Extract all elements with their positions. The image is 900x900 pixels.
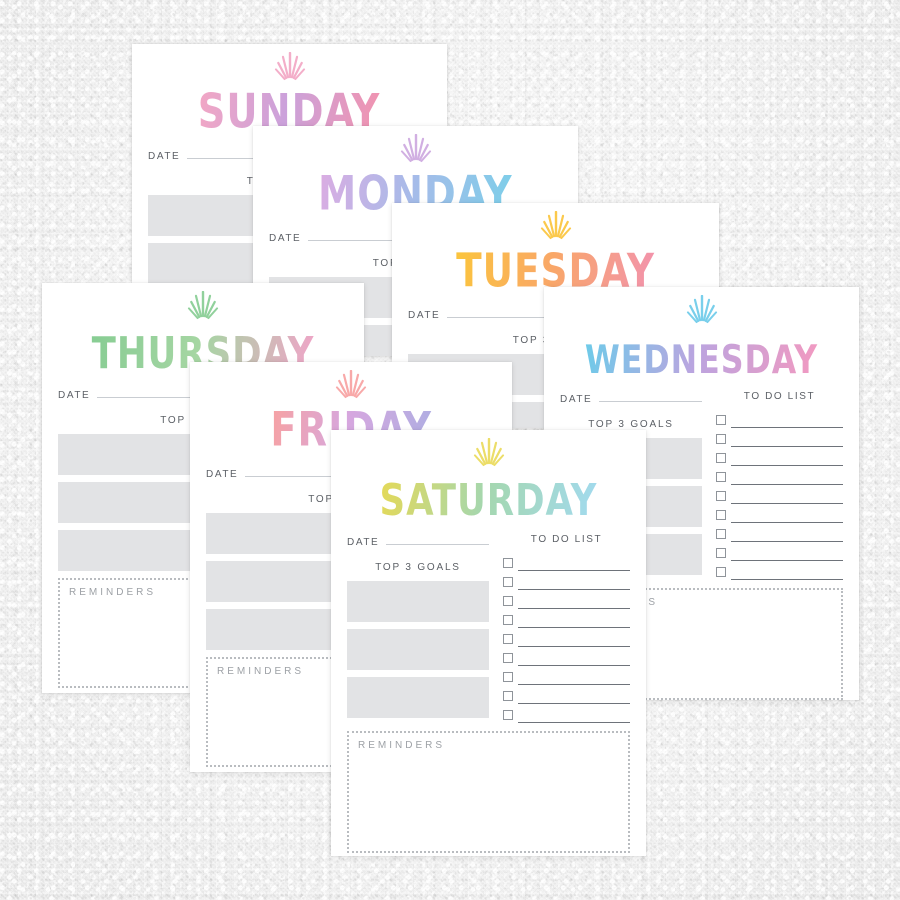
top-goals-section: TOP 3 GOALS [347, 562, 489, 718]
date-input-line[interactable] [386, 534, 489, 545]
date-label: DATE [408, 310, 441, 321]
todo-list-label: TO DO LIST [743, 391, 816, 402]
sunburst-icon [187, 291, 219, 320]
top-goals-label: TOP 3 GOALS [588, 419, 674, 430]
todo-text-line[interactable] [731, 432, 843, 447]
sunburst-icon [400, 134, 431, 163]
todo-text-line[interactable] [518, 689, 630, 704]
todo-text-line[interactable] [518, 632, 630, 647]
card-title-block: SATURDAY [331, 430, 646, 524]
todo-checkbox[interactable] [503, 577, 513, 587]
todo-list-item [503, 571, 630, 590]
todo-checkbox[interactable] [503, 672, 513, 682]
todo-checkbox[interactable] [716, 415, 726, 425]
todo-checkbox[interactable] [503, 558, 513, 568]
todo-checkbox[interactable] [716, 434, 726, 444]
date-label: DATE [206, 469, 239, 480]
todo-list-item [503, 628, 630, 647]
todo-list-item [503, 609, 630, 628]
planner-card-saturday[interactable]: SATURDAY DATE TOP 3 GOALS TO DO LIST REMINDE… [331, 430, 646, 856]
planner-mockup-canvas: SUNDAYDATETOP 3 GOALSMONDAYDATETOP 3 GOA… [0, 0, 900, 900]
todo-list-item [716, 409, 843, 428]
date-label: DATE [560, 394, 593, 405]
todo-list-item [503, 590, 630, 609]
todo-text-line[interactable] [518, 575, 630, 590]
reminders-label: REMINDERS [358, 740, 446, 751]
date-row: DATE [347, 534, 489, 548]
day-title: SATURDAY [379, 474, 598, 526]
todo-text-line[interactable] [518, 594, 630, 609]
todo-text-line[interactable] [731, 470, 843, 485]
todo-list-item [716, 428, 843, 447]
todo-checkbox[interactable] [503, 710, 513, 720]
sunburst-icon [473, 438, 504, 467]
todo-list-item [716, 523, 843, 542]
todo-text-line[interactable] [518, 651, 630, 666]
todo-list-item [716, 466, 843, 485]
todo-checkbox[interactable] [716, 567, 726, 577]
todo-list-item [716, 485, 843, 504]
todo-text-line[interactable] [731, 527, 843, 542]
date-row: DATE [560, 391, 702, 405]
todo-list-item [503, 666, 630, 685]
date-label: DATE [269, 233, 302, 244]
todo-checkbox[interactable] [716, 548, 726, 558]
top-goals-label: TOP 3 GOALS [375, 562, 461, 573]
date-label: DATE [347, 537, 380, 548]
card-body: DATE TOP 3 GOALS TO DO LIST REMINDERS [331, 524, 646, 853]
todo-list-section: TO DO LIST [716, 391, 843, 580]
right-column: TO DO LIST [489, 524, 630, 723]
todo-checkbox[interactable] [503, 691, 513, 701]
todo-list-item [716, 504, 843, 523]
todo-checkbox[interactable] [716, 529, 726, 539]
todo-list-item [503, 552, 630, 571]
todo-list-item [716, 447, 843, 466]
todo-list-item [503, 647, 630, 666]
day-title: WEDNESDAY [584, 336, 819, 383]
todo-checkbox[interactable] [716, 510, 726, 520]
todo-list-label: TO DO LIST [530, 534, 603, 545]
todo-text-line[interactable] [518, 670, 630, 685]
todo-checkbox[interactable] [503, 596, 513, 606]
todo-checkbox[interactable] [503, 615, 513, 625]
todo-text-line[interactable] [518, 613, 630, 628]
todo-list-item [716, 542, 843, 561]
todo-list-item [716, 561, 843, 580]
todo-list-section: TO DO LIST [503, 534, 630, 723]
date-label: DATE [58, 390, 91, 401]
card-title-block: SUNDAY [132, 44, 447, 138]
goal-input-box[interactable] [347, 677, 489, 718]
todo-text-line[interactable] [518, 556, 630, 571]
date-label: DATE [148, 151, 181, 162]
todo-text-line[interactable] [731, 451, 843, 466]
goal-input-box[interactable] [347, 581, 489, 622]
todo-text-line[interactable] [731, 489, 843, 504]
sunburst-icon [540, 211, 571, 240]
reminders-section[interactable]: REMINDERS [347, 731, 630, 853]
goal-input-box[interactable] [347, 629, 489, 670]
sunburst-icon [335, 370, 367, 399]
card-inner-saturday: SATURDAY DATE TOP 3 GOALS TO DO LIST REMINDE… [331, 430, 646, 856]
todo-list-item [503, 685, 630, 704]
date-input-line[interactable] [599, 391, 702, 402]
todo-checkbox[interactable] [503, 634, 513, 644]
todo-text-line[interactable] [518, 708, 630, 723]
todo-list-item [503, 704, 630, 723]
todo-text-line[interactable] [731, 546, 843, 561]
left-column: DATE TOP 3 GOALS [347, 524, 489, 725]
card-columns: DATE TOP 3 GOALS TO DO LIST [347, 524, 630, 725]
todo-text-line[interactable] [731, 508, 843, 523]
todo-checkbox[interactable] [503, 653, 513, 663]
todo-text-line[interactable] [731, 413, 843, 428]
sunburst-icon [686, 295, 717, 324]
card-title-block: TUESDAY [392, 203, 719, 297]
todo-checkbox[interactable] [716, 472, 726, 482]
todo-text-line[interactable] [731, 565, 843, 580]
card-title-block: WEDNESDAY [544, 287, 859, 381]
todo-checkbox[interactable] [716, 453, 726, 463]
sunburst-icon [274, 52, 305, 81]
right-column: TO DO LIST [702, 381, 843, 580]
todo-checkbox[interactable] [716, 491, 726, 501]
